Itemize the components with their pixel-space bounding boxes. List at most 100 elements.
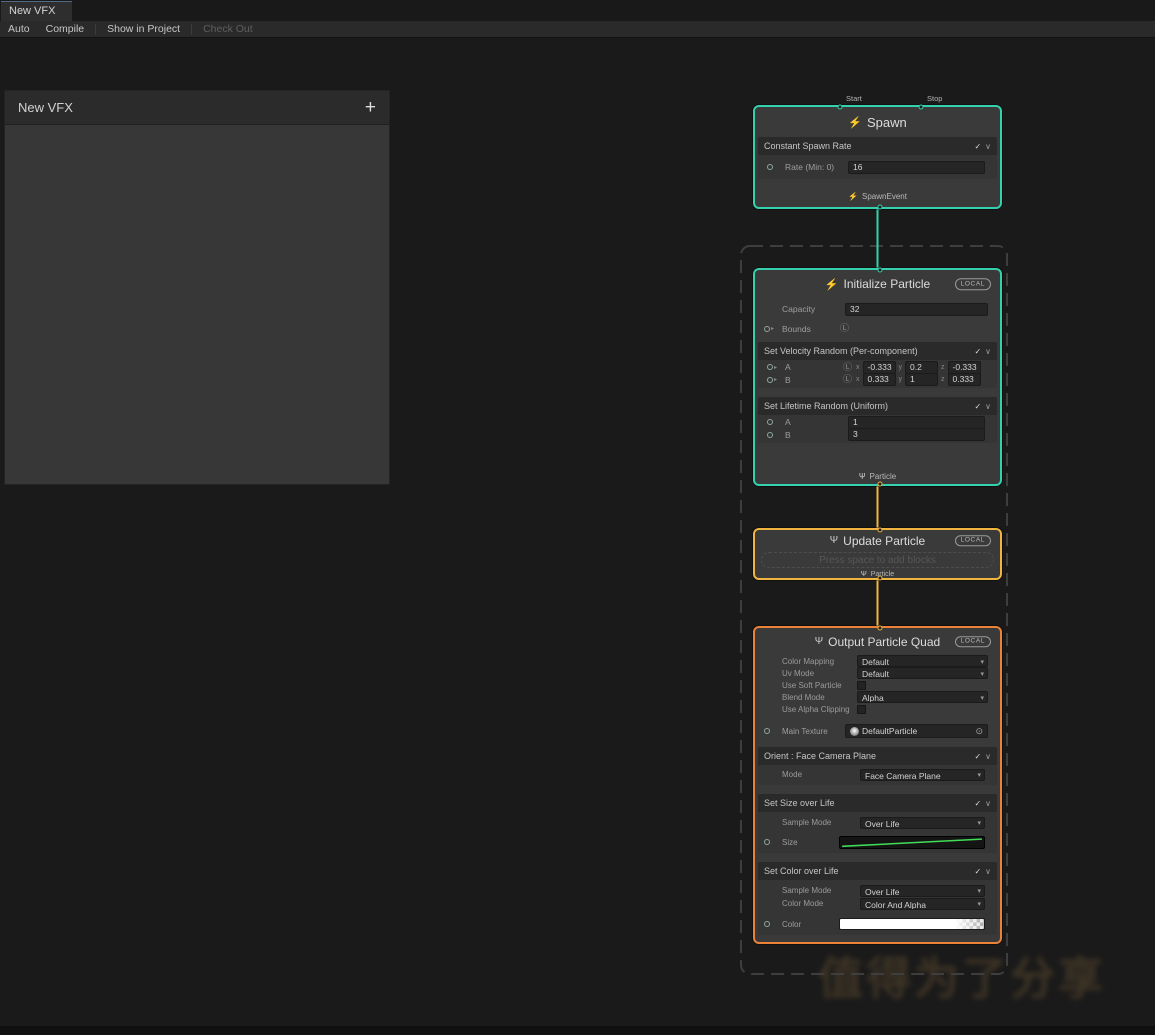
velocity-a-port[interactable]: ▸ [767,364,785,371]
color-gradient-field[interactable] [839,918,985,930]
add-property-button[interactable]: + [365,98,376,117]
auto-toggle-button[interactable]: Auto [0,21,38,38]
main-texture-object-field[interactable]: DefaultParticle ⊙ [845,724,988,738]
capacity-label: Capacity [782,304,816,314]
color-mode-dropdown[interactable]: Color And Alpha ▾ [860,897,985,910]
dropdown-arrow-icon: ▾ [977,901,981,908]
chevron-down-icon[interactable]: ∨ [985,867,991,876]
expand-icon[interactable]: ▸ [774,364,777,371]
particle-out-label: Particle [869,471,897,481]
object-picker-icon[interactable]: ⊙ [975,726,983,736]
orient-mode-row: Mode Face Camera Plane ▾ [758,768,997,781]
block-enabled-checkbox[interactable]: ✓ [974,752,981,761]
set-color-over-life-block[interactable]: Set Color over Life ✓ ∨ Sample Mode Over… [758,862,997,935]
compile-button[interactable]: Compile [38,21,93,38]
color-mapping-label: Color Mapping [782,656,835,666]
lifetime-b-input[interactable]: 3 [848,428,985,441]
tab-new-vfx[interactable]: New VFX [1,1,72,21]
color-mapping-dropdown[interactable]: Default ▾ [857,655,988,667]
constant-spawn-rate-block[interactable]: Constant Spawn Rate ✓ ∨ Rate (Min: 0) 16 [758,137,997,179]
show-in-project-button[interactable]: Show in Project [99,21,188,38]
output-input-flow-port[interactable] [877,625,882,631]
size-sample-mode-row: Sample Mode Over Life ▾ [758,816,997,829]
use-alpha-clipping-label: Use Alpha Clipping [782,704,850,714]
update-particle-context-node[interactable]: Ψ Update Particle LOCAL Press space to a… [753,527,1002,581]
local-space-icon[interactable]: Ⓛ [843,362,852,372]
stop-flow-port[interactable] [918,104,924,110]
rate-input[interactable]: 16 [848,160,985,174]
rate-row: Rate (Min: 0) 16 [758,155,997,179]
local-space-icon[interactable]: Ⓛ [840,324,849,333]
x-axis-label: x [856,376,860,383]
z-axis-label: z [941,363,945,371]
spawn-context-node[interactable]: Start Stop ⚡ Spawn Constant Spawn Rate ✓… [753,94,1002,210]
block-enabled-checkbox[interactable]: ✓ [974,347,981,356]
blackboard-header: New VFX + [5,91,389,125]
main-texture-row: Main Texture DefaultParticle ⊙ [755,723,1000,739]
size-curve-field[interactable] [839,835,985,849]
output-particle-quad-context-node[interactable]: Ψ Output Particle Quad LOCAL Color Mappi… [753,625,1002,944]
set-size-over-life-block[interactable]: Set Size over Life ✓ ∨ Sample Mode Over … [758,794,997,853]
velocity-b-vector: x 0.333 y 1 z 0.333 [856,373,985,386]
chevron-down-icon[interactable]: ∨ [985,752,991,761]
velocity-b-x-input[interactable]: 0.333 [862,373,896,386]
chevron-down-icon[interactable]: ∨ [985,347,991,356]
orient-block[interactable]: Orient : Face Camera Plane ✓ ∨ Mode Face… [758,747,997,785]
velocity-a-y-input[interactable]: 0.2 [905,360,939,374]
bounds-row: ▸ Bounds Ⓛ [755,320,1000,337]
initialize-output-flow-port[interactable] [877,481,882,487]
initialize-particle-context-node[interactable]: ⚡ Initialize Particle LOCAL Capacity 32 … [753,267,1002,487]
x-axis-label: x [856,363,860,371]
velocity-b-port[interactable]: ▸ [767,376,785,383]
spawn-output-flow-port[interactable] [877,204,882,210]
rate-port[interactable] [767,164,785,170]
capacity-input[interactable]: 32 [845,302,988,316]
velocity-a-z-input[interactable]: -0.333 [947,360,981,374]
block-enabled-checkbox[interactable]: ✓ [974,402,981,411]
lifetime-b-port[interactable] [767,431,785,438]
size-port[interactable] [764,839,782,845]
update-title: Update Particle [843,533,926,548]
dropdown-arrow-icon: ▾ [977,820,981,827]
block-header: Set Lifetime Random (Uniform) ✓ ∨ [758,397,997,415]
velocity-a-vector: x -0.333 y 0.2 z -0.333 [856,360,985,374]
bounds-port[interactable]: ▸ [764,325,782,332]
velocity-b-z-input[interactable]: 0.333 [947,373,981,386]
uv-mode-dropdown[interactable]: Default ▾ [857,667,988,679]
color-port[interactable] [764,921,782,927]
use-soft-particle-row: Use Soft Particle [755,679,1000,691]
start-flow-port[interactable] [837,104,843,110]
use-soft-particle-checkbox[interactable] [857,680,866,690]
main-texture-port[interactable] [764,728,782,734]
block-header: Set Velocity Random (Per-component) ✓ ∨ [758,342,997,360]
use-alpha-clipping-checkbox[interactable] [857,704,866,714]
set-velocity-random-block[interactable]: Set Velocity Random (Per-component) ✓ ∨ … [758,342,997,388]
size-sample-mode-dropdown[interactable]: Over Life ▾ [860,816,985,829]
expand-icon[interactable]: ▸ [774,376,777,383]
update-output-flow-port[interactable] [877,575,882,581]
chevron-down-icon[interactable]: ∨ [985,142,991,151]
update-title-row: Ψ Update Particle LOCAL [755,530,1000,551]
block-enabled-checkbox[interactable]: ✓ [974,142,981,151]
local-badge: LOCAL [954,635,991,648]
set-lifetime-random-block[interactable]: Set Lifetime Random (Uniform) ✓ ∨ A 1 B … [758,397,997,443]
update-input-flow-port[interactable] [877,527,882,533]
port-circle-icon [767,431,773,438]
lifetime-a-port[interactable] [767,419,785,425]
spawn-event-label: SpawnEvent [862,191,907,201]
lifetime-a-input[interactable]: 1 [848,415,985,429]
expand-icon[interactable]: ▸ [771,325,774,332]
orient-mode-dropdown[interactable]: Face Camera Plane ▾ [860,768,985,781]
particle-icon: Ψ [814,636,824,647]
chevron-down-icon[interactable]: ∨ [985,402,991,411]
initialize-input-flow-port[interactable] [877,267,882,273]
blend-mode-label: Blend Mode [782,692,825,702]
local-space-icon[interactable]: Ⓛ [843,375,852,384]
velocity-b-y-input[interactable]: 1 [905,373,939,386]
chevron-down-icon[interactable]: ∨ [985,799,991,808]
blend-mode-dropdown[interactable]: Alpha ▾ [857,691,988,703]
velocity-a-x-input[interactable]: -0.333 [862,360,896,374]
color-sample-mode-dropdown[interactable]: Over Life ▾ [860,884,985,897]
block-enabled-checkbox[interactable]: ✓ [974,799,981,808]
block-enabled-checkbox[interactable]: ✓ [974,867,981,876]
